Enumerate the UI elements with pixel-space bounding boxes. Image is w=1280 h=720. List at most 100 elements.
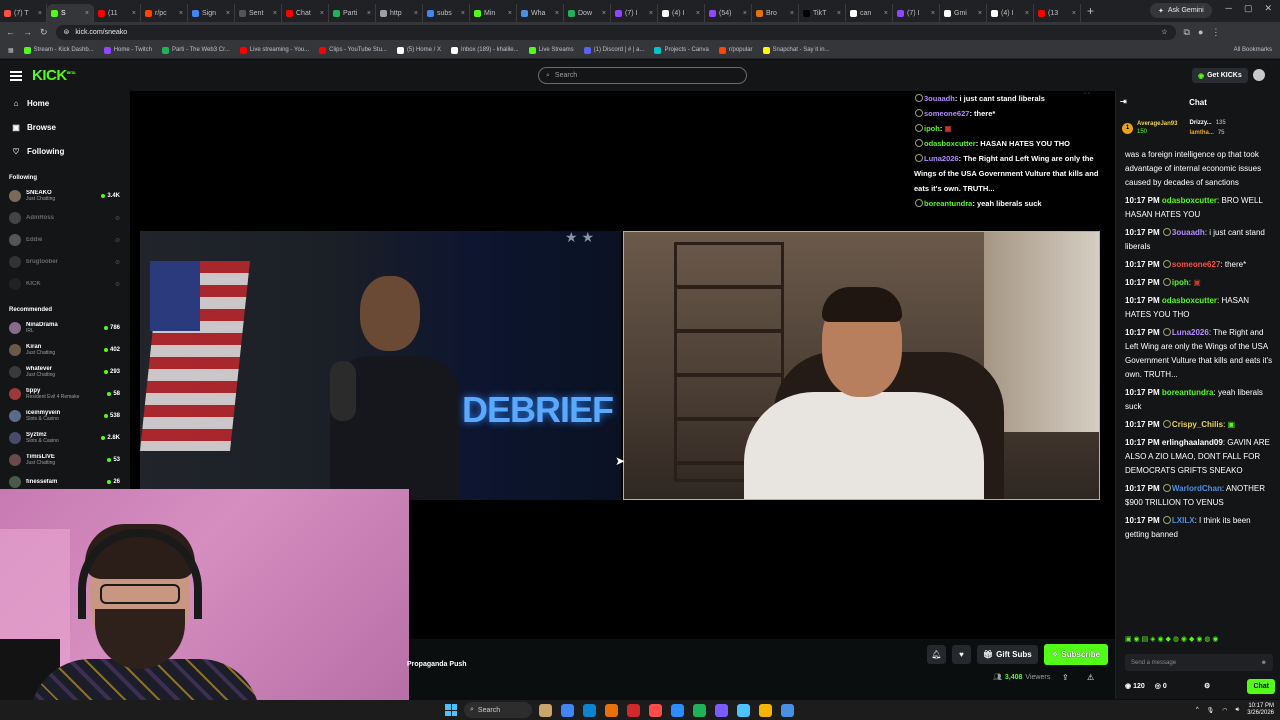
tab-close-icon[interactable]: × bbox=[273, 10, 277, 17]
browser-tab[interactable]: (54) × bbox=[705, 4, 752, 22]
taskbar-app-icon[interactable] bbox=[715, 703, 728, 717]
profile-icon[interactable]: ● bbox=[1198, 27, 1203, 37]
tab-close-icon[interactable]: × bbox=[1072, 10, 1076, 17]
taskbar-app-icon[interactable] bbox=[583, 703, 596, 717]
search-input[interactable]: ⌕ Search bbox=[538, 67, 747, 84]
sidebar-item-home[interactable]: ⌂ Home bbox=[0, 91, 130, 115]
browser-tab[interactable]: Parti × bbox=[329, 4, 376, 22]
ask-gemini-button[interactable]: ✦ Ask Gemini bbox=[1150, 3, 1212, 18]
chat-settings-icon[interactable]: ⚙ bbox=[1204, 682, 1210, 690]
chat-username[interactable]: erlinghaaland09 bbox=[1162, 438, 1223, 447]
channel-item[interactable]: KICK ⊘ bbox=[0, 273, 130, 295]
channel-item[interactable]: SNEAKO Just Chatting 3.4K bbox=[0, 185, 130, 207]
get-kicks-button[interactable]: ◉ Get KICKs bbox=[1192, 68, 1248, 83]
bookmark-link[interactable]: (5) Home / X bbox=[396, 46, 441, 54]
taskbar-search[interactable]: ⌕ Search bbox=[464, 702, 532, 718]
browser-tab[interactable]: Gmi × bbox=[940, 4, 987, 22]
tab-close-icon[interactable]: × bbox=[508, 10, 512, 17]
all-bookmarks-link[interactable]: All Bookmarks bbox=[1234, 47, 1272, 53]
browser-tab[interactable]: (11 × bbox=[94, 4, 141, 22]
tab-close-icon[interactable]: × bbox=[414, 10, 418, 17]
site-info-icon[interactable]: ⊜ bbox=[64, 28, 70, 36]
kicks-balance[interactable]: ◉ 120 bbox=[1125, 682, 1145, 690]
channel-item[interactable]: TimisLIVE Just Chatting 53 bbox=[0, 449, 130, 471]
tray-chevron-icon[interactable]: ^ bbox=[1196, 707, 1199, 713]
browser-tab[interactable]: (7) I × bbox=[893, 4, 940, 22]
extensions-icon[interactable]: ⧉ bbox=[1184, 27, 1190, 38]
kick-logo[interactable]: KICKBETA bbox=[32, 67, 76, 84]
taskbar-app-icon[interactable] bbox=[539, 703, 552, 717]
chat-username[interactable]: odasboxcutter bbox=[1162, 296, 1217, 305]
tab-close-icon[interactable]: × bbox=[38, 10, 42, 17]
chat-username[interactable]: Crispy_Chilis bbox=[1172, 420, 1223, 429]
bookmark-link[interactable]: Live streaming - You... bbox=[239, 46, 309, 54]
tab-close-icon[interactable]: × bbox=[884, 10, 888, 17]
channel-item[interactable]: Syztmz Slots & Casino 2.8K bbox=[0, 427, 130, 449]
channel-item[interactable]: iceinmyvein Slots & Casino 538 bbox=[0, 405, 130, 427]
browser-tab[interactable]: r/pc × bbox=[141, 4, 188, 22]
browser-tab[interactable]: Bro × bbox=[752, 4, 799, 22]
menu-icon[interactable] bbox=[10, 70, 22, 81]
chat-username[interactable]: LXILX bbox=[1172, 516, 1195, 525]
browser-tab[interactable]: S × bbox=[47, 4, 94, 22]
points-balance[interactable]: ◎ 0 bbox=[1155, 682, 1167, 690]
subscribe-button[interactable]: ✧ Subscribe bbox=[1043, 644, 1109, 665]
tab-close-icon[interactable]: × bbox=[837, 10, 841, 17]
report-icon[interactable]: ⚠ bbox=[1087, 673, 1094, 682]
emoji-icon[interactable]: ☻ bbox=[1261, 660, 1267, 666]
windows-start-icon[interactable] bbox=[445, 704, 457, 716]
bookmark-star-icon[interactable]: ☆ bbox=[1161, 28, 1167, 36]
wifi-icon[interactable]: ◠ bbox=[1222, 707, 1227, 714]
browser-tab[interactable]: Min × bbox=[470, 4, 517, 22]
tab-close-icon[interactable]: × bbox=[461, 10, 465, 17]
tab-close-icon[interactable]: × bbox=[931, 10, 935, 17]
volume-icon[interactable]: 🔊︎ bbox=[1236, 707, 1240, 714]
maximize-icon[interactable]: ▢ bbox=[1244, 3, 1253, 14]
close-window-icon[interactable]: ✕ bbox=[1264, 3, 1272, 14]
gift-subs-button[interactable]: 🎁︎ Gift Subs bbox=[977, 645, 1038, 664]
taskbar-app-icon[interactable] bbox=[627, 703, 640, 717]
browser-tab[interactable]: (4) I × bbox=[658, 4, 705, 22]
browser-tab[interactable]: Sign × bbox=[188, 4, 235, 22]
bookmark-link[interactable]: Stream - Kick Dashb... bbox=[23, 46, 94, 54]
browser-tab[interactable]: TikT × bbox=[799, 4, 846, 22]
browser-tab[interactable]: http × bbox=[376, 4, 423, 22]
tab-close-icon[interactable]: × bbox=[696, 10, 700, 17]
browser-tab[interactable]: (7) T × bbox=[0, 4, 47, 22]
chat-username[interactable]: WarlordChan bbox=[1172, 484, 1222, 493]
tab-close-icon[interactable]: × bbox=[978, 10, 982, 17]
tab-close-icon[interactable]: × bbox=[85, 10, 89, 17]
forward-icon[interactable]: → bbox=[23, 27, 32, 37]
clock[interactable]: 10:17 PM 3/26/2026 bbox=[1247, 703, 1274, 717]
apps-grid-icon[interactable]: ▦ bbox=[8, 47, 14, 54]
mic-icon[interactable]: 🎙︎ bbox=[1207, 707, 1215, 714]
browser-tab[interactable]: (7) I × bbox=[611, 4, 658, 22]
channel-item[interactable]: Kiran Just Chatting 402 bbox=[0, 339, 130, 361]
back-icon[interactable]: ← bbox=[6, 27, 15, 37]
follow-heart-icon[interactable]: ♥ bbox=[952, 645, 971, 664]
tab-close-icon[interactable]: × bbox=[743, 10, 747, 17]
sidebar-item-browse[interactable]: ▣ Browse bbox=[0, 115, 130, 139]
avatar[interactable] bbox=[1253, 69, 1265, 81]
bookmark-link[interactable]: (1) Discord | # | a... bbox=[583, 46, 644, 54]
taskbar-app-icon[interactable] bbox=[605, 703, 618, 717]
channel-item[interactable]: whatever Just Chatting 293 bbox=[0, 361, 130, 383]
chat-username[interactable]: ipoh bbox=[1172, 278, 1189, 287]
reload-icon[interactable]: ↻ bbox=[40, 27, 48, 38]
tab-close-icon[interactable]: × bbox=[790, 10, 794, 17]
bookmark-link[interactable]: r/popular bbox=[718, 46, 753, 54]
tab-close-icon[interactable]: × bbox=[132, 10, 136, 17]
tab-close-icon[interactable]: × bbox=[179, 10, 183, 17]
tab-close-icon[interactable]: × bbox=[320, 10, 324, 17]
emote-bar[interactable]: ▣ ◉ ▤ ◈ ◉ ◆ ◍ ◉ ◆ ◉ ◍ ◉ bbox=[1125, 635, 1219, 643]
channel-item[interactable]: brugtoober ⊘ bbox=[0, 251, 130, 273]
minimize-icon[interactable]: ─ bbox=[1226, 3, 1232, 14]
tab-close-icon[interactable]: × bbox=[649, 10, 653, 17]
bookmark-link[interactable]: Home - Twitch bbox=[103, 46, 152, 54]
channel-item[interactable]: tippy Resident Evil 4 Remake 58 bbox=[0, 383, 130, 405]
tab-close-icon[interactable]: × bbox=[602, 10, 606, 17]
browser-tab[interactable]: (4) I × bbox=[987, 4, 1034, 22]
chat-message-input[interactable]: Send a message ☻ bbox=[1125, 654, 1273, 671]
browser-tab[interactable]: Chat × bbox=[282, 4, 329, 22]
new-tab-button[interactable]: + bbox=[1081, 4, 1100, 18]
